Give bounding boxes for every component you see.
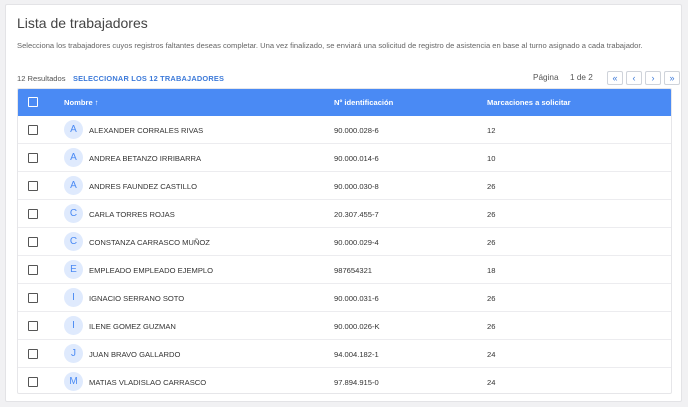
row-checkbox[interactable] [28,125,38,135]
next-page-button[interactable]: › [645,71,661,85]
table-row[interactable]: A ANDREA BETANZO IRRIBARRA 90.000.014-6 10 [18,144,671,172]
select-all-checkbox[interactable] [28,97,38,107]
worker-marks: 26 [487,322,496,331]
avatar: M [64,372,83,391]
row-checkbox[interactable] [28,181,38,191]
table-row[interactable]: C CONSTANZA CARRASCO MUÑOZ 90.000.029-4 26 [18,228,671,256]
avatar: J [64,344,83,363]
table-header: Nombre ↑ Nº identificación Marcaciones a… [18,89,671,116]
worker-id: 987654321 [334,266,373,275]
worker-name: ANDRES FAUNDEZ CASTILLO [89,182,198,191]
worker-name: ANDREA BETANZO IRRIBARRA [89,154,202,163]
table-row[interactable]: I IGNACIO SERRANO SOTO 90.000.031-6 26 [18,284,671,312]
row-checkbox[interactable] [28,265,38,275]
row-checkbox[interactable] [28,293,38,303]
worker-marks: 10 [487,154,496,163]
avatar: A [64,176,83,195]
worker-id: 90.000.031-6 [334,294,379,303]
avatar: C [64,232,83,251]
worker-marks: 26 [487,210,496,219]
page-title: Lista de trabajadores [17,15,148,31]
table-row[interactable]: E EMPLEADO EMPLEADO EJEMPLO 987654321 18 [18,256,671,284]
prev-page-button[interactable]: ‹ [626,71,642,85]
worker-name: ALEXANDER CORRALES RIVAS [89,126,204,135]
row-checkbox[interactable] [28,321,38,331]
table-row[interactable]: M MATIAS VLADISLAO CARRASCO 97.894.915-0 24 [18,368,671,393]
table-toolbar: 12 Resultados SELECCIONAR LOS 12 TRABAJA… [17,70,680,86]
avatar: I [64,288,83,307]
worker-name: CONSTANZA CARRASCO MUÑOZ [89,238,210,247]
column-header-id[interactable]: Nº identificación [334,98,393,107]
worker-marks: 26 [487,294,496,303]
workers-card: Lista de trabajadores Selecciona los tra… [5,4,682,402]
select-all-link[interactable]: SELECCIONAR LOS 12 TRABAJADORES [73,74,224,83]
worker-name: JUAN BRAVO GALLARDO [89,350,181,359]
avatar: A [64,120,83,139]
worker-id: 90.000.030-8 [334,182,379,191]
worker-id: 94.004.182-1 [334,350,379,359]
worker-marks: 18 [487,266,496,275]
workers-table: Nombre ↑ Nº identificación Marcaciones a… [17,88,672,394]
column-header-marks[interactable]: Marcaciones a solicitar [487,98,571,107]
table-row[interactable]: A ANDRES FAUNDEZ CASTILLO 90.000.030-8 26 [18,172,671,200]
worker-name: MATIAS VLADISLAO CARRASCO [89,378,207,387]
last-page-button[interactable]: » [664,71,680,85]
row-checkbox[interactable] [28,349,38,359]
worker-id: 97.894.915-0 [334,378,379,387]
worker-id: 90.000.014-6 [334,154,379,163]
worker-id: 90.000.029-4 [334,238,379,247]
table-row[interactable]: A ALEXANDER CORRALES RIVAS 90.000.028-6 12 [18,116,671,144]
row-checkbox[interactable] [28,237,38,247]
worker-name: CARLA TORRES ROJAS [89,210,175,219]
avatar: E [64,260,83,279]
first-page-button[interactable]: « [607,71,623,85]
row-checkbox[interactable] [28,153,38,163]
column-header-name[interactable]: Nombre ↑ [64,98,99,107]
table-row[interactable]: C CARLA TORRES ROJAS 20.307.455-7 26 [18,200,671,228]
table-row[interactable]: J JUAN BRAVO GALLARDO 94.004.182-1 24 [18,340,671,368]
avatar: C [64,204,83,223]
worker-name: IGNACIO SERRANO SOTO [89,294,185,303]
row-checkbox[interactable] [28,377,38,387]
worker-name: EMPLEADO EMPLEADO EJEMPLO [89,266,214,275]
row-checkbox[interactable] [28,209,38,219]
worker-marks: 26 [487,238,496,247]
worker-id: 90.000.026-K [334,322,380,331]
page-description: Selecciona los trabajadores cuyos regist… [17,41,643,50]
pagination-label: Página [533,73,559,82]
worker-marks: 24 [487,350,496,359]
avatar: I [64,316,83,335]
worker-marks: 12 [487,126,496,135]
pagination-count: 1 de 2 [570,73,593,82]
worker-id: 20.307.455-7 [334,210,379,219]
worker-marks: 26 [487,182,496,191]
table-row[interactable]: I ILENE GOMEZ GUZMAN 90.000.026-K 26 [18,312,671,340]
worker-id: 90.000.028-6 [334,126,379,135]
results-count: 12 Resultados [17,74,66,83]
worker-name: ILENE GOMEZ GUZMAN [89,322,176,331]
worker-marks: 24 [487,378,496,387]
avatar: A [64,148,83,167]
